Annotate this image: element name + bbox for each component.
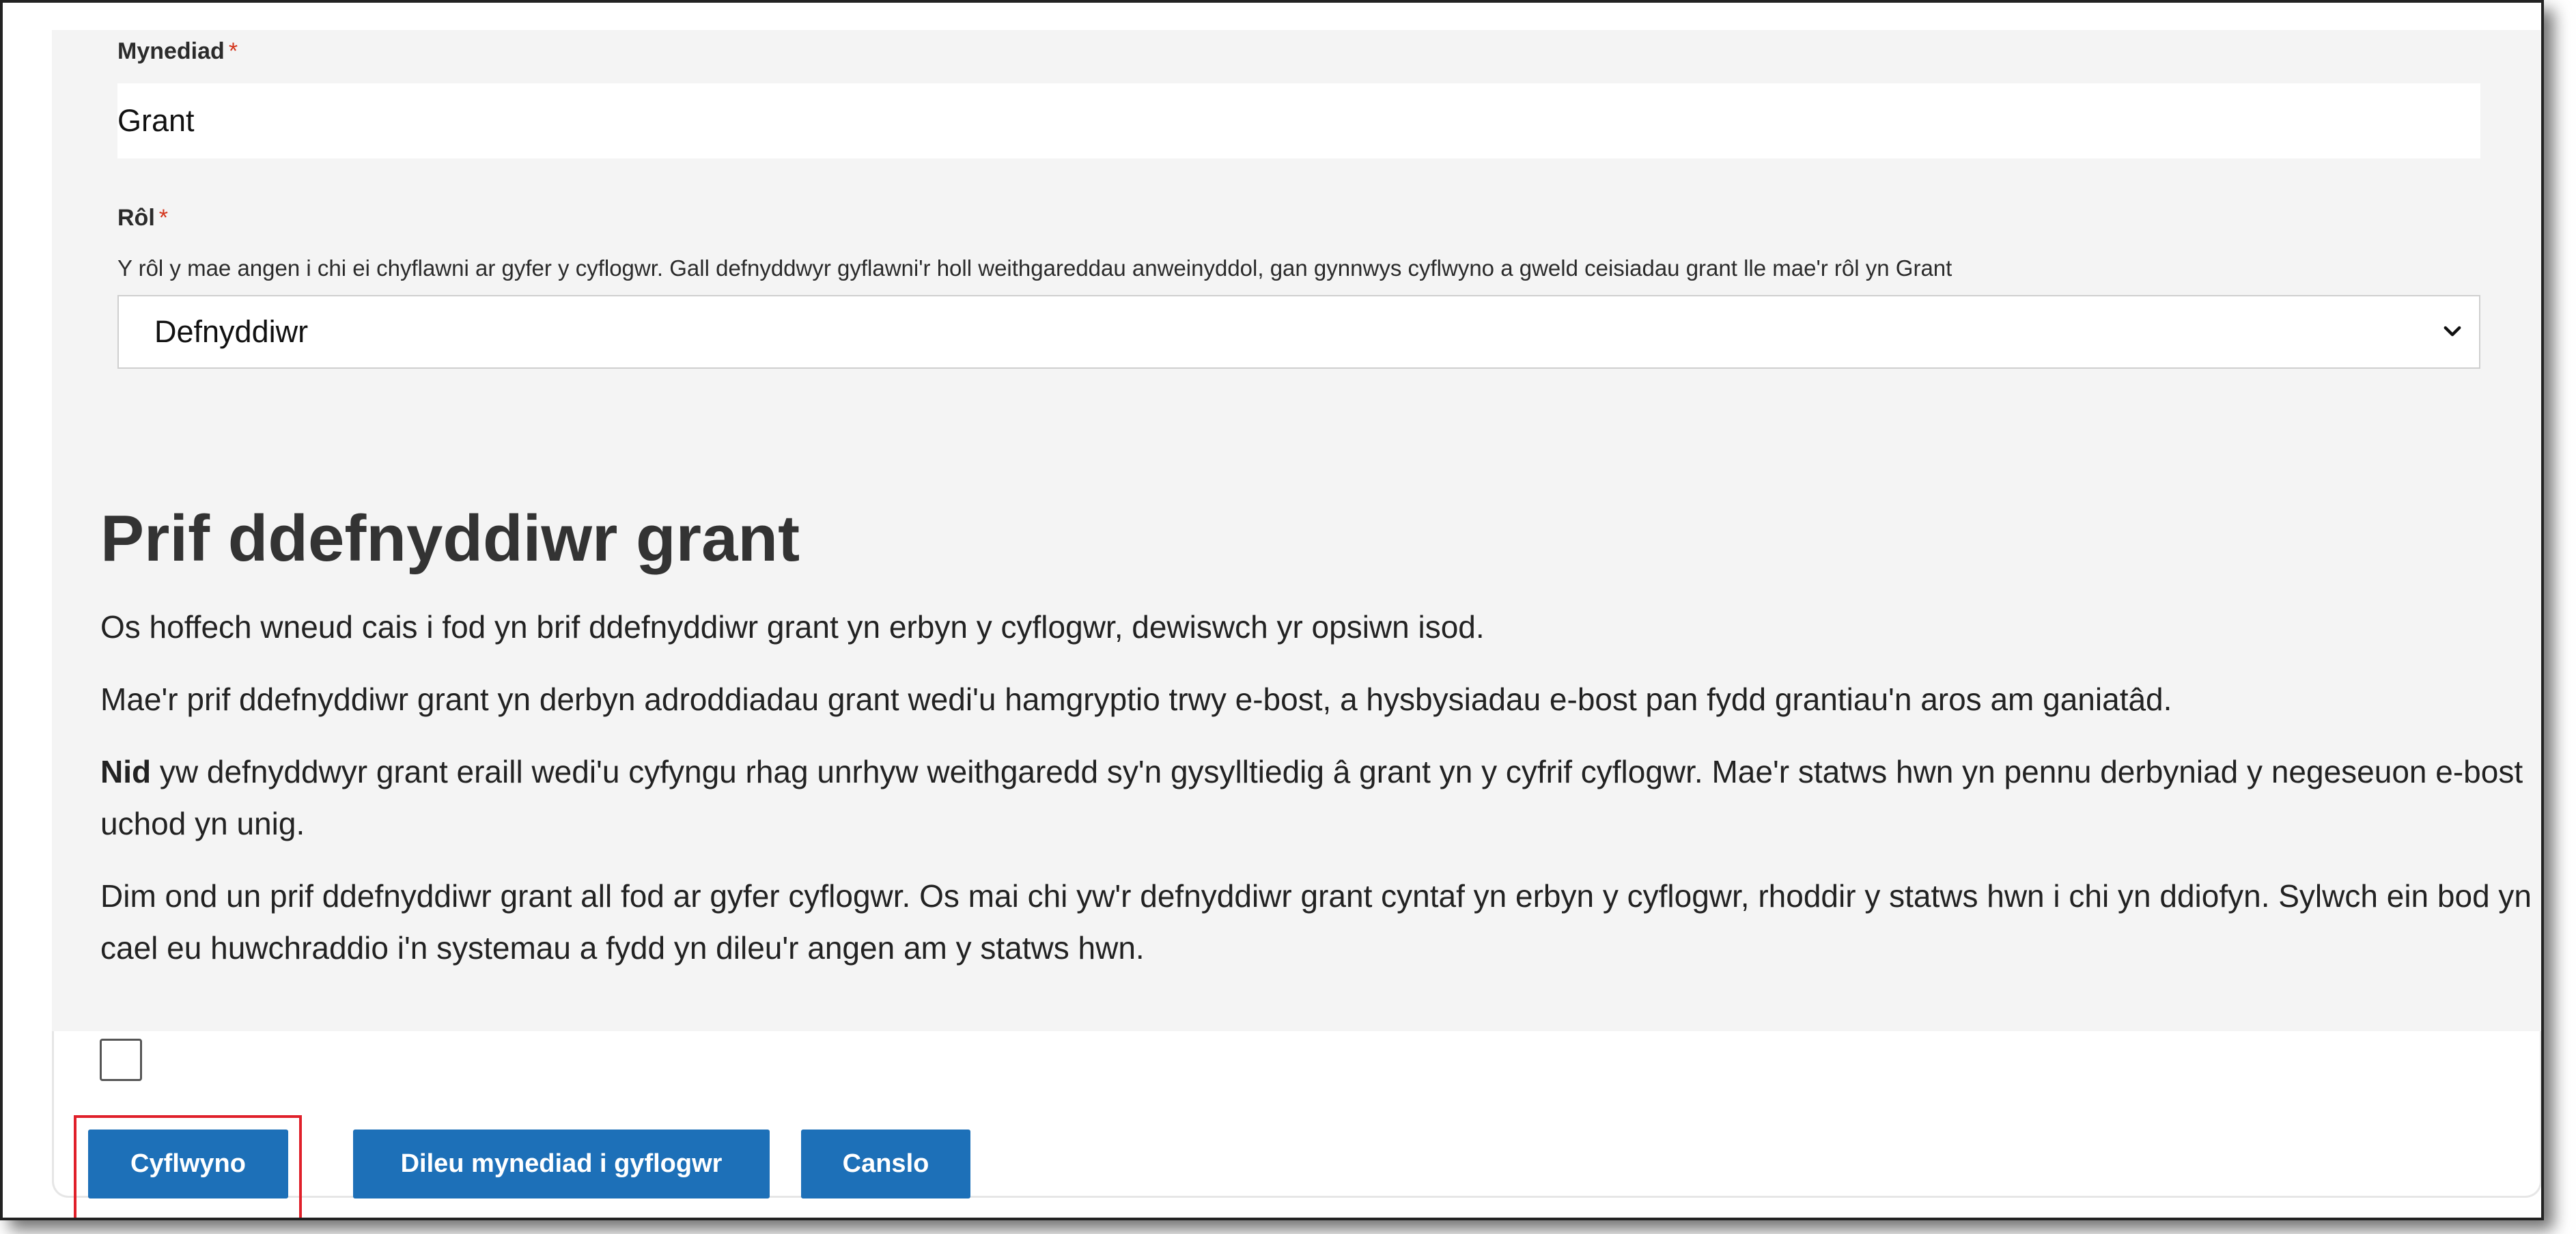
role-select-value: Defnyddiwr (154, 314, 309, 349)
emphasis-text: Nid (100, 754, 152, 789)
restriction-paragraph: Nid yw defnyddwyr grant eraill wedi'u cy… (100, 746, 2532, 850)
role-select[interactable]: Defnyddiwr (117, 295, 2480, 369)
required-marker: * (228, 38, 238, 64)
access-input[interactable]: Grant (117, 83, 2480, 158)
required-marker: * (158, 205, 169, 231)
role-hint: Y rôl y mae angen i chi ei chyflawni ar … (117, 255, 1952, 281)
email-paragraph: Mae'r prif ddefnyddiwr grant yn derbyn a… (100, 682, 2172, 717)
intro-paragraph: Os hoffech wneud cais i fod yn brif ddef… (100, 609, 1485, 645)
single-user-paragraph: Dim ond un prif ddefnyddiwr grant all fo… (100, 878, 2532, 966)
restriction-text: yw defnyddwyr grant eraill wedi'u cyfyng… (100, 754, 2523, 841)
screenshot-frame: Mynediad * Grant Rôl * Y rôl y mae angen i… (0, 0, 2544, 1220)
primary-user-checkbox[interactable] (100, 1039, 142, 1081)
role-label: Rôl * (117, 205, 168, 232)
role-label-text: Rôl (117, 205, 155, 231)
section-heading: Prif ddefnyddiwr grant (100, 502, 800, 575)
cancel-button[interactable]: Canslo (801, 1130, 970, 1198)
remove-access-button[interactable]: Dileu mynediad i gyflogwr (353, 1130, 770, 1198)
access-input-value: Grant (117, 103, 195, 138)
access-label: Mynediad * (117, 38, 238, 65)
access-label-text: Mynediad (117, 38, 225, 64)
chevron-down-icon (2444, 326, 2461, 337)
submit-button[interactable]: Cyflwyno (88, 1130, 288, 1198)
